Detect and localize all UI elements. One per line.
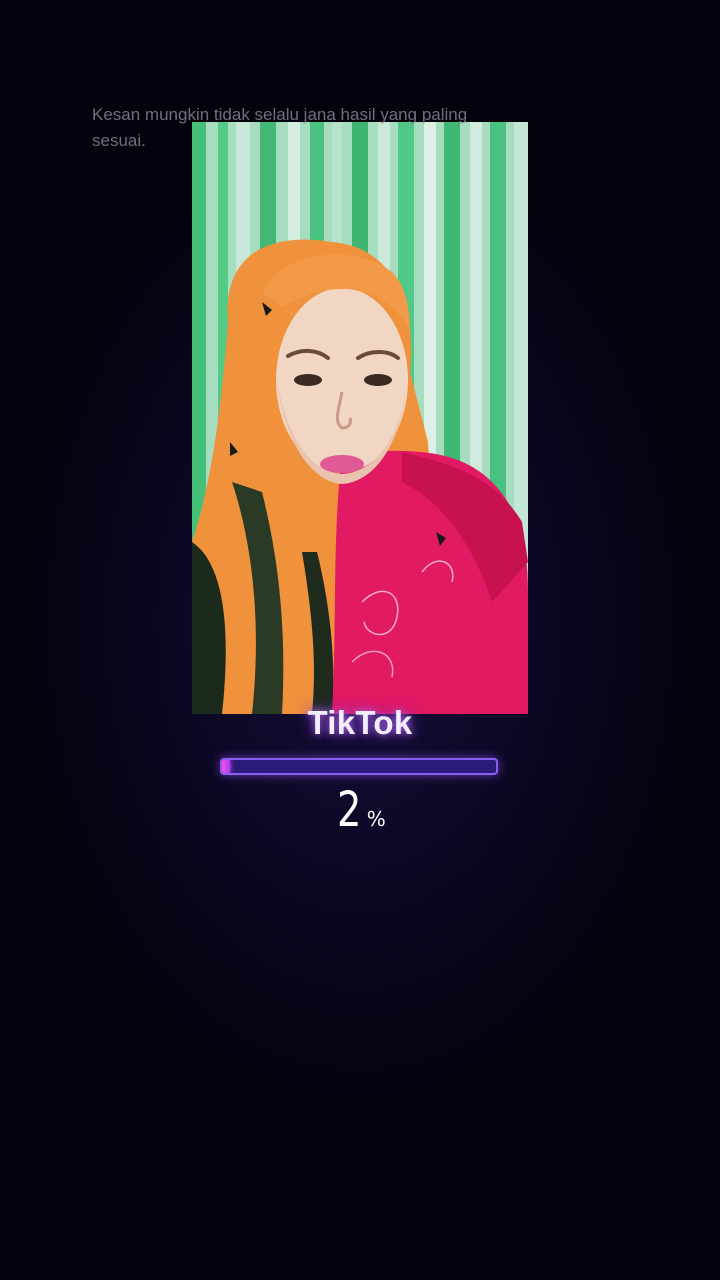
preview-photo [192, 122, 528, 714]
loading-percent-value: 2 [337, 782, 362, 838]
loading-progress-bar [220, 758, 498, 775]
loading-percent-unit: % [366, 807, 386, 831]
loading-percent: 2% [0, 782, 720, 838]
effect-loading-screen: Kesan mungkin tidak selalu jana hasil ya… [0, 0, 720, 1280]
loading-progress-fill [222, 760, 230, 773]
effect-disclaimer-text: Kesan mungkin tidak selalu jana hasil ya… [92, 105, 468, 150]
tiktok-logo-text: TikTok [307, 704, 413, 741]
